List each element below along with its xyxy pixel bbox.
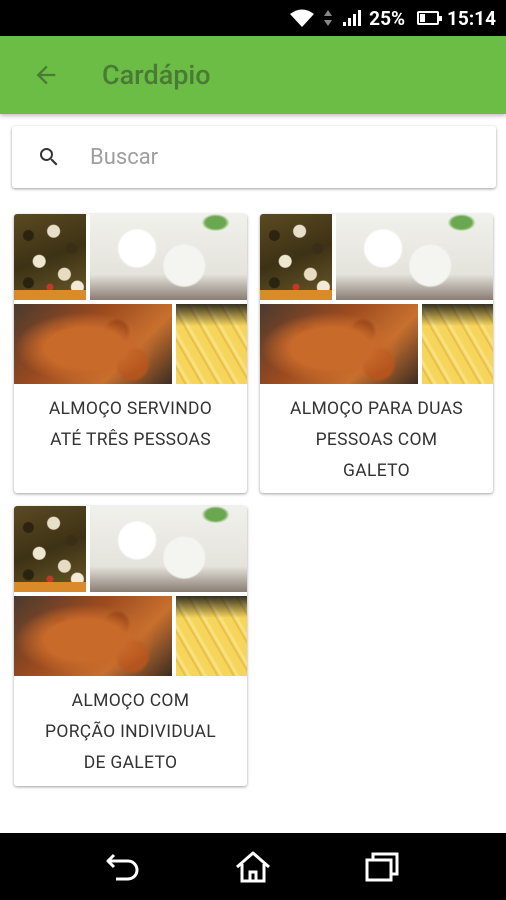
menu-card-title-line: ALMOÇO COM <box>71 691 190 711</box>
back-icon <box>106 853 139 880</box>
nav-recents-button[interactable] <box>358 843 406 891</box>
page-title: Cardápio <box>102 59 211 91</box>
search-icon <box>34 142 64 172</box>
home-icon <box>235 851 270 882</box>
menu-card-title-line: DE GALETO <box>83 753 178 773</box>
system-nav-bar <box>0 833 506 900</box>
menu-card-title-line: ATÉ TRÊS PESSOAS <box>50 430 211 450</box>
wifi-icon <box>289 8 315 28</box>
menu-card-title-line: PESSOAS COM <box>315 430 438 450</box>
arrow-left-icon <box>36 65 56 85</box>
menu-card-title: ALMOÇO SERVINDO ATÉ TRÊS PESSOAS <box>14 384 247 456</box>
search-box[interactable] <box>12 126 496 188</box>
data-arrows-icon <box>323 8 333 28</box>
menu-card-image <box>260 214 493 384</box>
beans-photo <box>14 506 86 592</box>
nav-back-button[interactable] <box>100 843 148 891</box>
chicken-photo <box>260 304 418 384</box>
signal-icon <box>341 8 362 28</box>
menu-card[interactable]: ALMOÇO PARA DUAS PESSOAS COM GALETO <box>260 214 493 493</box>
recents-icon <box>365 852 399 881</box>
chicken-photo <box>14 304 172 384</box>
menu-card-title: ALMOÇO COM PORÇÃO INDIVIDUAL DE GALETO <box>14 676 247 779</box>
rice-photo <box>90 506 247 592</box>
menu-card[interactable]: ALMOÇO COM PORÇÃO INDIVIDUAL DE GALETO <box>14 506 247 786</box>
menu-card[interactable]: ALMOÇO SERVINDO ATÉ TRÊS PESSOAS <box>14 214 247 493</box>
fries-photo <box>422 304 493 384</box>
menu-card-image <box>14 506 247 676</box>
status-bar: 25% 15:14 <box>0 0 506 36</box>
rice-photo <box>336 214 493 300</box>
menu-card-image <box>14 214 247 384</box>
menu-card-title-line: PORÇÃO INDIVIDUAL <box>45 722 216 742</box>
beans-photo <box>260 214 332 300</box>
fries-photo <box>176 304 247 384</box>
battery-icon <box>417 11 443 25</box>
battery-percentage: 25% <box>369 6 406 30</box>
search-input[interactable] <box>90 144 450 170</box>
fries-photo <box>176 596 247 676</box>
app-bar: Cardápio <box>0 36 506 114</box>
menu-card-title-line: ALMOÇO SERVINDO <box>48 399 213 419</box>
back-button[interactable] <box>16 45 76 105</box>
rice-photo <box>90 214 247 300</box>
menu-card-title: ALMOÇO PARA DUAS PESSOAS COM GALETO <box>260 384 493 487</box>
chicken-photo <box>14 596 172 676</box>
nav-home-button[interactable] <box>229 843 277 891</box>
beans-photo <box>14 214 86 300</box>
menu-card-title-line: GALETO <box>343 461 410 481</box>
clock: 15:14 <box>447 6 496 30</box>
menu-card-title-line: ALMOÇO PARA DUAS <box>290 399 463 419</box>
